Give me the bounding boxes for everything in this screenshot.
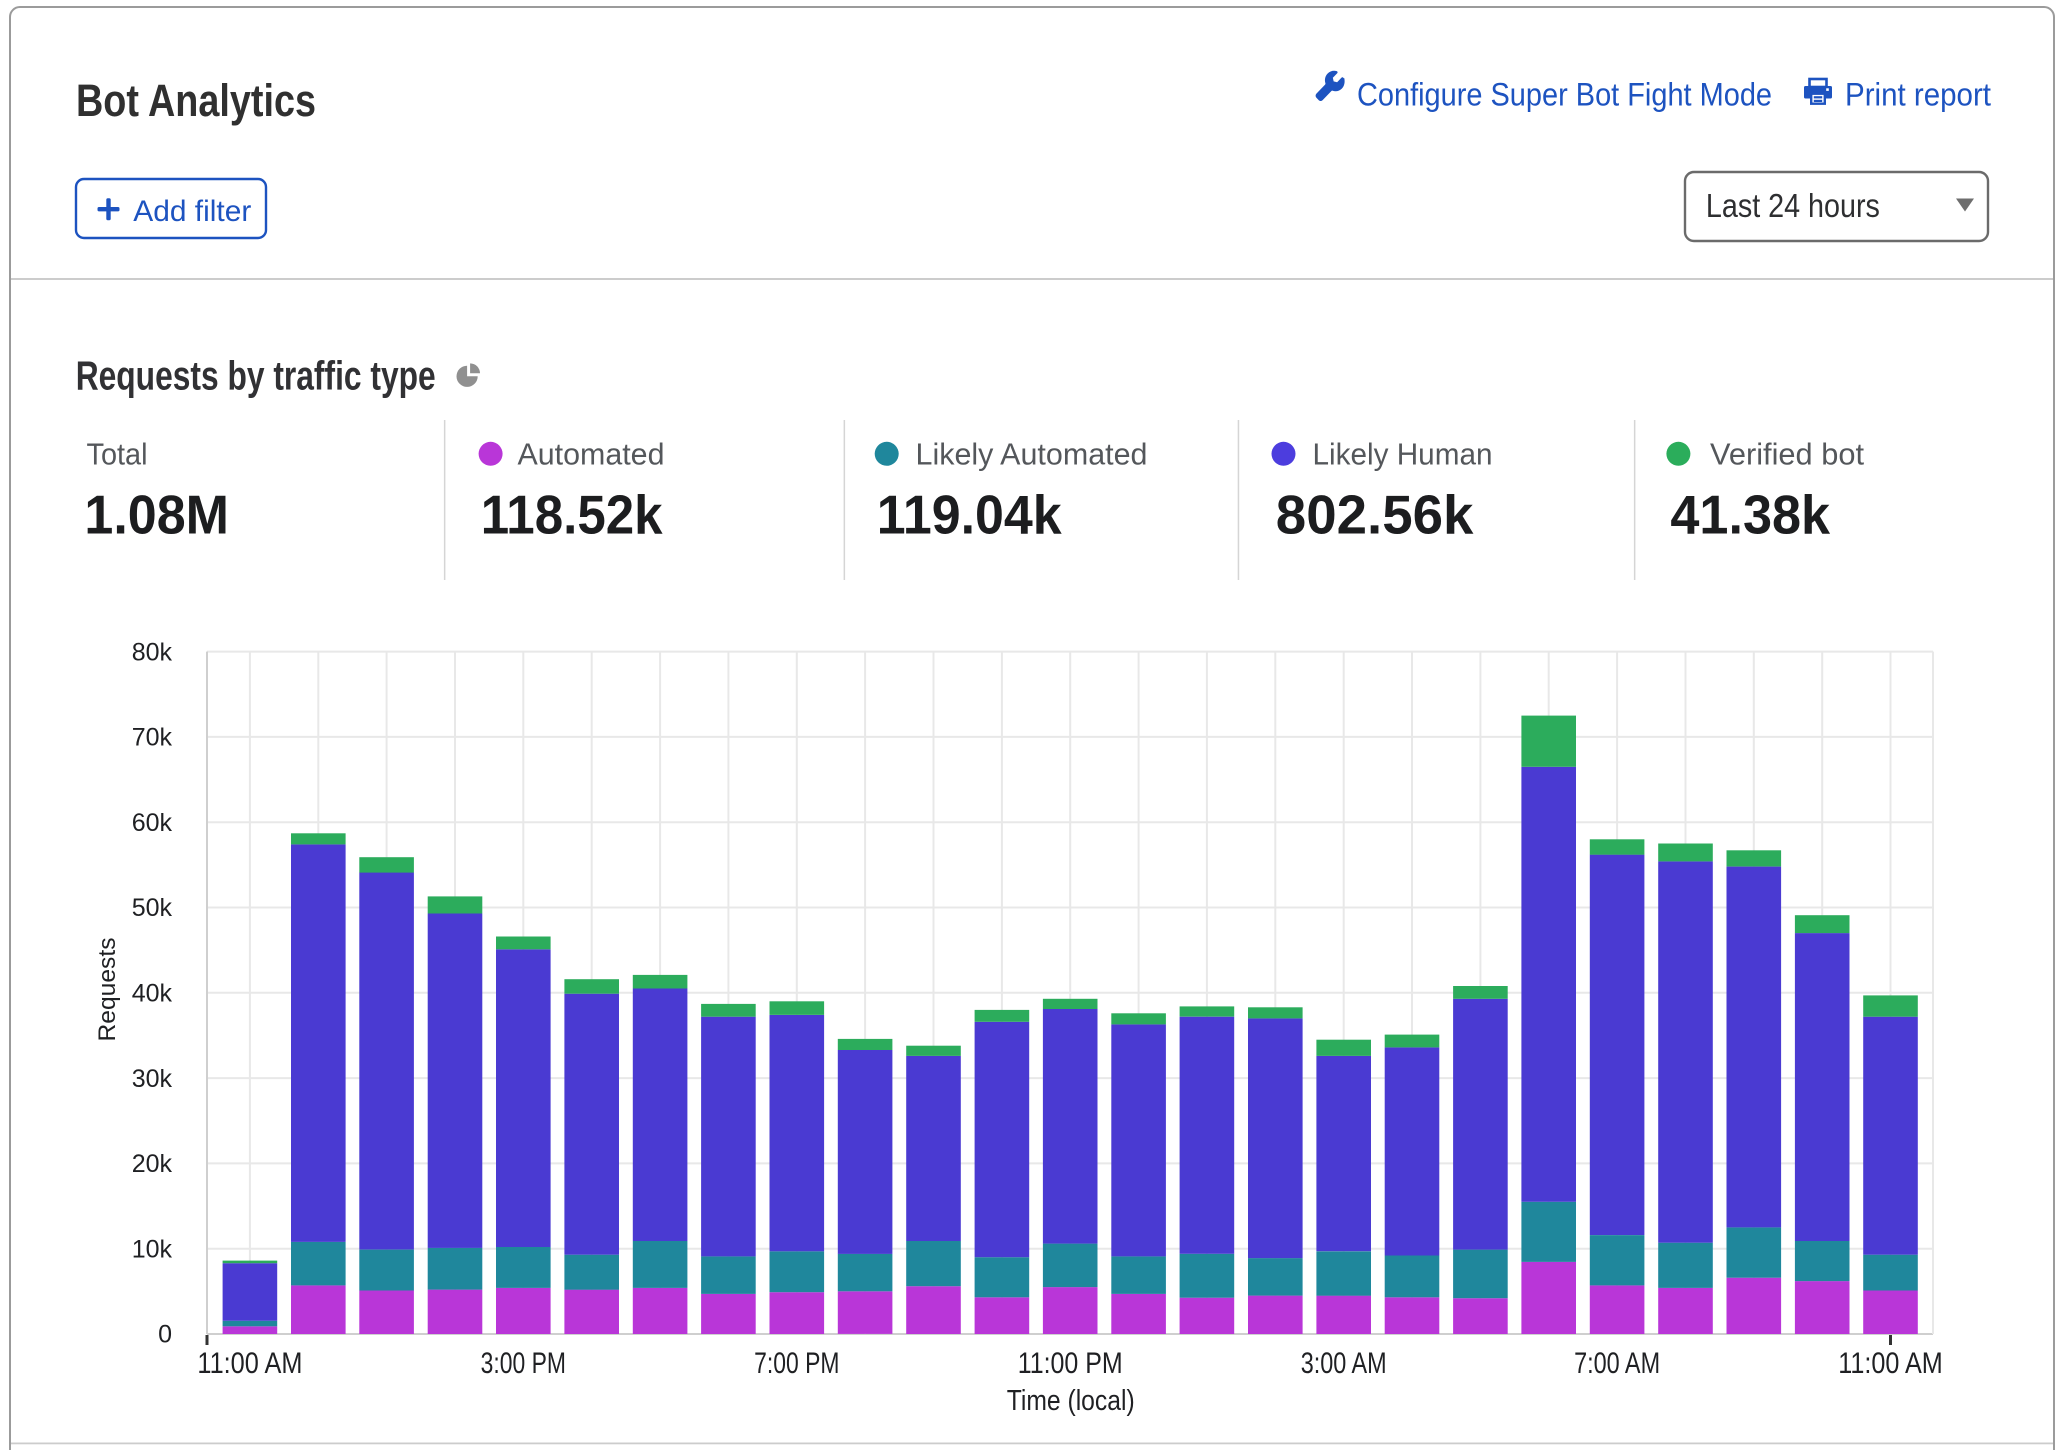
svg-text:119.04k: 119.04k — [877, 483, 1062, 545]
svg-text:80k: 80k — [132, 638, 173, 666]
svg-text:Print report: Print report — [1845, 77, 1991, 113]
svg-text:11:00 AM: 11:00 AM — [197, 1347, 302, 1380]
svg-text:Likely Automated: Likely Automated — [916, 437, 1148, 472]
svg-text:7:00 PM: 7:00 PM — [754, 1347, 839, 1380]
svg-text:118.52k: 118.52k — [481, 483, 663, 545]
svg-text:Automated: Automated — [518, 437, 665, 472]
svg-text:20k: 20k — [132, 1150, 173, 1178]
svg-text:802.56k: 802.56k — [1276, 483, 1474, 545]
svg-text:70k: 70k — [132, 724, 173, 752]
svg-text:Add filter: Add filter — [133, 195, 251, 228]
svg-text:11:00 PM: 11:00 PM — [1018, 1347, 1123, 1380]
svg-text:Likely Human: Likely Human — [1313, 437, 1493, 472]
svg-text:30k: 30k — [132, 1065, 173, 1093]
svg-text:50k: 50k — [132, 894, 173, 922]
svg-text:Configure Super Bot Fight Mode: Configure Super Bot Fight Mode — [1357, 77, 1772, 113]
svg-text:3:00 AM: 3:00 AM — [1301, 1347, 1387, 1380]
svg-text:Last 24 hours: Last 24 hours — [1706, 187, 1880, 224]
svg-text:40k: 40k — [132, 980, 173, 1008]
svg-text:7:00 AM: 7:00 AM — [1574, 1347, 1660, 1380]
svg-text:Requests: Requests — [94, 938, 121, 1042]
svg-text:Total: Total — [87, 437, 148, 472]
svg-text:Time (local): Time (local) — [1007, 1385, 1135, 1417]
svg-text:3:00 PM: 3:00 PM — [481, 1347, 566, 1380]
svg-text:1.08M: 1.08M — [84, 483, 229, 545]
svg-text:10k: 10k — [132, 1235, 173, 1263]
svg-text:Verified bot: Verified bot — [1710, 437, 1864, 472]
svg-text:0: 0 — [158, 1321, 172, 1349]
svg-text:Bot Analytics: Bot Analytics — [76, 75, 316, 126]
svg-text:11:00 AM: 11:00 AM — [1838, 1347, 1943, 1380]
svg-text:60k: 60k — [132, 809, 173, 837]
svg-text:Requests by traffic type: Requests by traffic type — [76, 353, 436, 399]
svg-text:41.38k: 41.38k — [1670, 483, 1830, 545]
